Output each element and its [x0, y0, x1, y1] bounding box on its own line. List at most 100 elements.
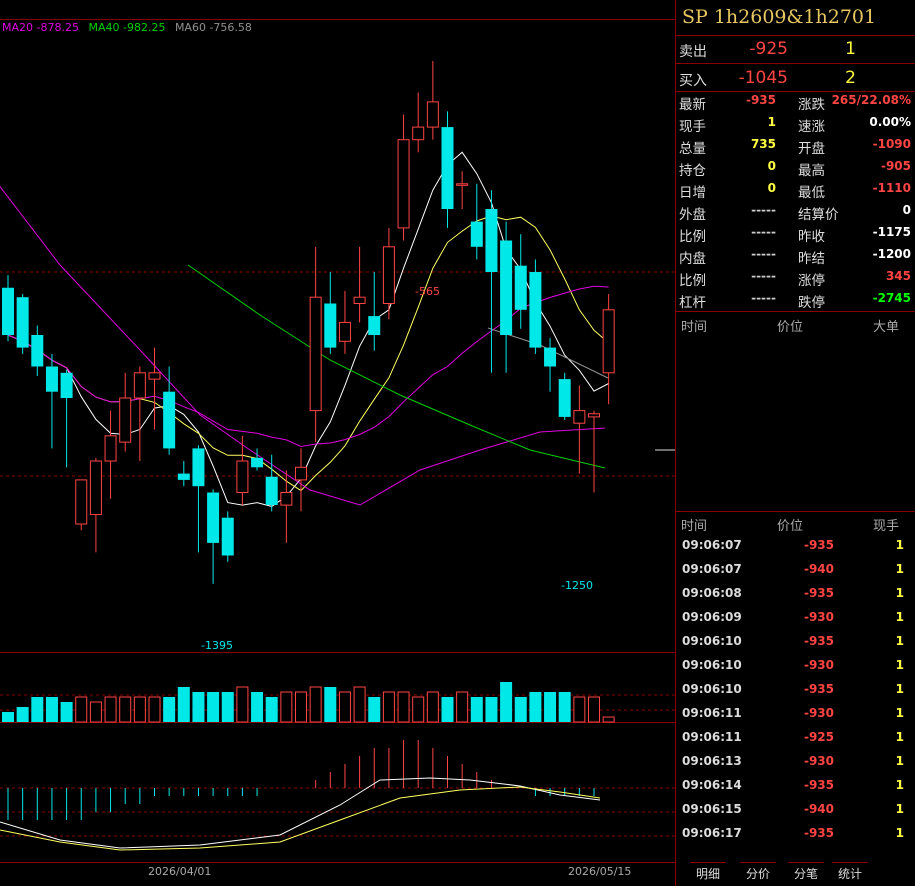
volume-bar — [588, 696, 600, 723]
stat-right-1: 速涨 0.00% — [798, 115, 911, 137]
tick-row: 09:06:08 -935 1 — [676, 586, 915, 610]
candle-body — [426, 101, 439, 128]
tick-price: -925 — [803, 730, 834, 744]
candle-body — [31, 335, 44, 367]
candle-body — [353, 296, 366, 305]
candle-body — [163, 391, 176, 449]
sell-label: 卖出 — [679, 44, 707, 60]
volume-bar — [558, 692, 571, 722]
volume-bar — [529, 692, 542, 722]
volume-bar — [295, 691, 307, 723]
tick-price: -930 — [803, 754, 834, 768]
tick-price-header: 价位 — [777, 519, 804, 534]
ma10-line — [7, 215, 609, 492]
stat-left-8: 比例 ----- — [679, 269, 776, 291]
date-label-1: 2026/04/01 — [148, 865, 212, 878]
stat-label: 最高 — [798, 163, 825, 179]
tick-row: 09:06:07 -935 1 — [676, 538, 915, 562]
tick-row: 09:06:13 -930 1 — [676, 754, 915, 778]
stat-right-4: 最低 -1110 — [798, 181, 911, 203]
candle-body — [207, 492, 220, 543]
stat-value: ----- — [751, 203, 776, 217]
candle-body — [119, 397, 132, 443]
volume-bar — [221, 692, 234, 722]
buy-row[interactable]: 买入 -1045 2 — [676, 66, 915, 92]
kline-chart[interactable] — [0, 0, 675, 886]
stat-label: 跌停 — [798, 295, 825, 311]
tick-price: -930 — [803, 706, 834, 720]
ma-legend: MA20 -878.25 MA40 -982.25 MA60 -756.58 — [2, 21, 258, 34]
tick-row: 09:06:07 -940 1 — [676, 562, 915, 586]
candle-body — [265, 476, 278, 506]
tick-price: -930 — [803, 658, 834, 672]
volume-bar — [207, 692, 220, 722]
bigorder-size-header: 大单 — [873, 320, 900, 335]
volume-bar — [324, 687, 337, 722]
candle-body — [75, 479, 88, 525]
stat-value: ----- — [751, 225, 776, 239]
stat-value: ----- — [751, 291, 776, 305]
candle-body — [89, 460, 102, 516]
tab-detail[interactable]: 明细 — [690, 862, 727, 884]
stat-right-7: 昨结 -1200 — [798, 247, 911, 269]
volume-bar — [60, 702, 73, 722]
tick-volume: 1 — [895, 826, 904, 840]
tick-time-header: 时间 — [681, 519, 708, 534]
tick-time: 09:06:09 — [682, 610, 742, 624]
bigorder-price-header: 价位 — [777, 320, 804, 335]
tab-stats[interactable]: 统计 — [832, 862, 869, 884]
volume-bar — [426, 691, 439, 723]
stat-value: -2745 — [872, 291, 911, 305]
candle-body — [45, 366, 58, 392]
stat-label: 现手 — [679, 119, 706, 135]
stat-left-6: 比例 ----- — [679, 225, 776, 247]
tab-price[interactable]: 分价 — [740, 862, 777, 884]
ma20-label: MA20 -878.25 — [2, 21, 79, 34]
buy-price: -1045 — [738, 68, 788, 88]
stat-label: 最低 — [798, 185, 825, 201]
candle-body — [280, 492, 293, 506]
candle-body — [485, 209, 498, 272]
stat-value: -1090 — [872, 137, 911, 151]
stat-left-3: 持仓 0 — [679, 159, 776, 181]
tick-row: 09:06:11 -925 1 — [676, 730, 915, 754]
candle-body — [295, 466, 307, 481]
candle-body — [192, 448, 205, 487]
stat-left-9: 杠杆 ----- — [679, 291, 776, 313]
stat-label: 外盘 — [679, 207, 706, 223]
tick-time: 09:06:17 — [682, 826, 742, 840]
volume-bar — [382, 691, 395, 723]
tick-price: -935 — [803, 778, 834, 792]
chart-area[interactable]: MA20 -878.25 MA40 -982.25 MA60 -756.58 -… — [0, 0, 675, 886]
stat-label: 持仓 — [679, 163, 706, 179]
volume-bar — [45, 697, 58, 722]
volume-bar — [31, 697, 44, 722]
candle-body — [441, 127, 454, 209]
candle-body — [470, 221, 483, 247]
tick-row: 09:06:15 -940 1 — [676, 802, 915, 826]
detail-tabs: 明细 分价 分笔 统计 — [676, 862, 915, 886]
candle-body — [338, 321, 351, 342]
volume-bar — [338, 691, 351, 723]
volume-bar — [192, 692, 205, 722]
tick-volume: 1 — [895, 778, 904, 792]
stat-right-5: 结算价 0 — [798, 203, 911, 225]
candle-body — [397, 139, 410, 229]
tick-volume: 1 — [895, 538, 904, 552]
tick-volume: 1 — [895, 610, 904, 624]
stat-right-0: 涨跌 265/22.08% — [798, 93, 911, 115]
tick-time: 09:06:07 — [682, 562, 742, 576]
stat-label: 日增 — [679, 185, 706, 201]
tick-price: -935 — [803, 538, 834, 552]
tab-trade[interactable]: 分笔 — [788, 862, 825, 884]
tick-volume: 1 — [895, 706, 904, 720]
stat-value: -935 — [745, 93, 776, 107]
tick-vol-header: 现手 — [873, 519, 900, 534]
candle-body — [368, 316, 381, 335]
stat-value: 0 — [767, 181, 776, 195]
candle-body — [221, 517, 234, 556]
sell-row[interactable]: 卖出 -925 1 — [676, 37, 915, 63]
volume-bar — [500, 682, 513, 722]
stat-left-2: 总量 735 — [679, 137, 776, 159]
tick-row: 09:06:09 -930 1 — [676, 610, 915, 634]
